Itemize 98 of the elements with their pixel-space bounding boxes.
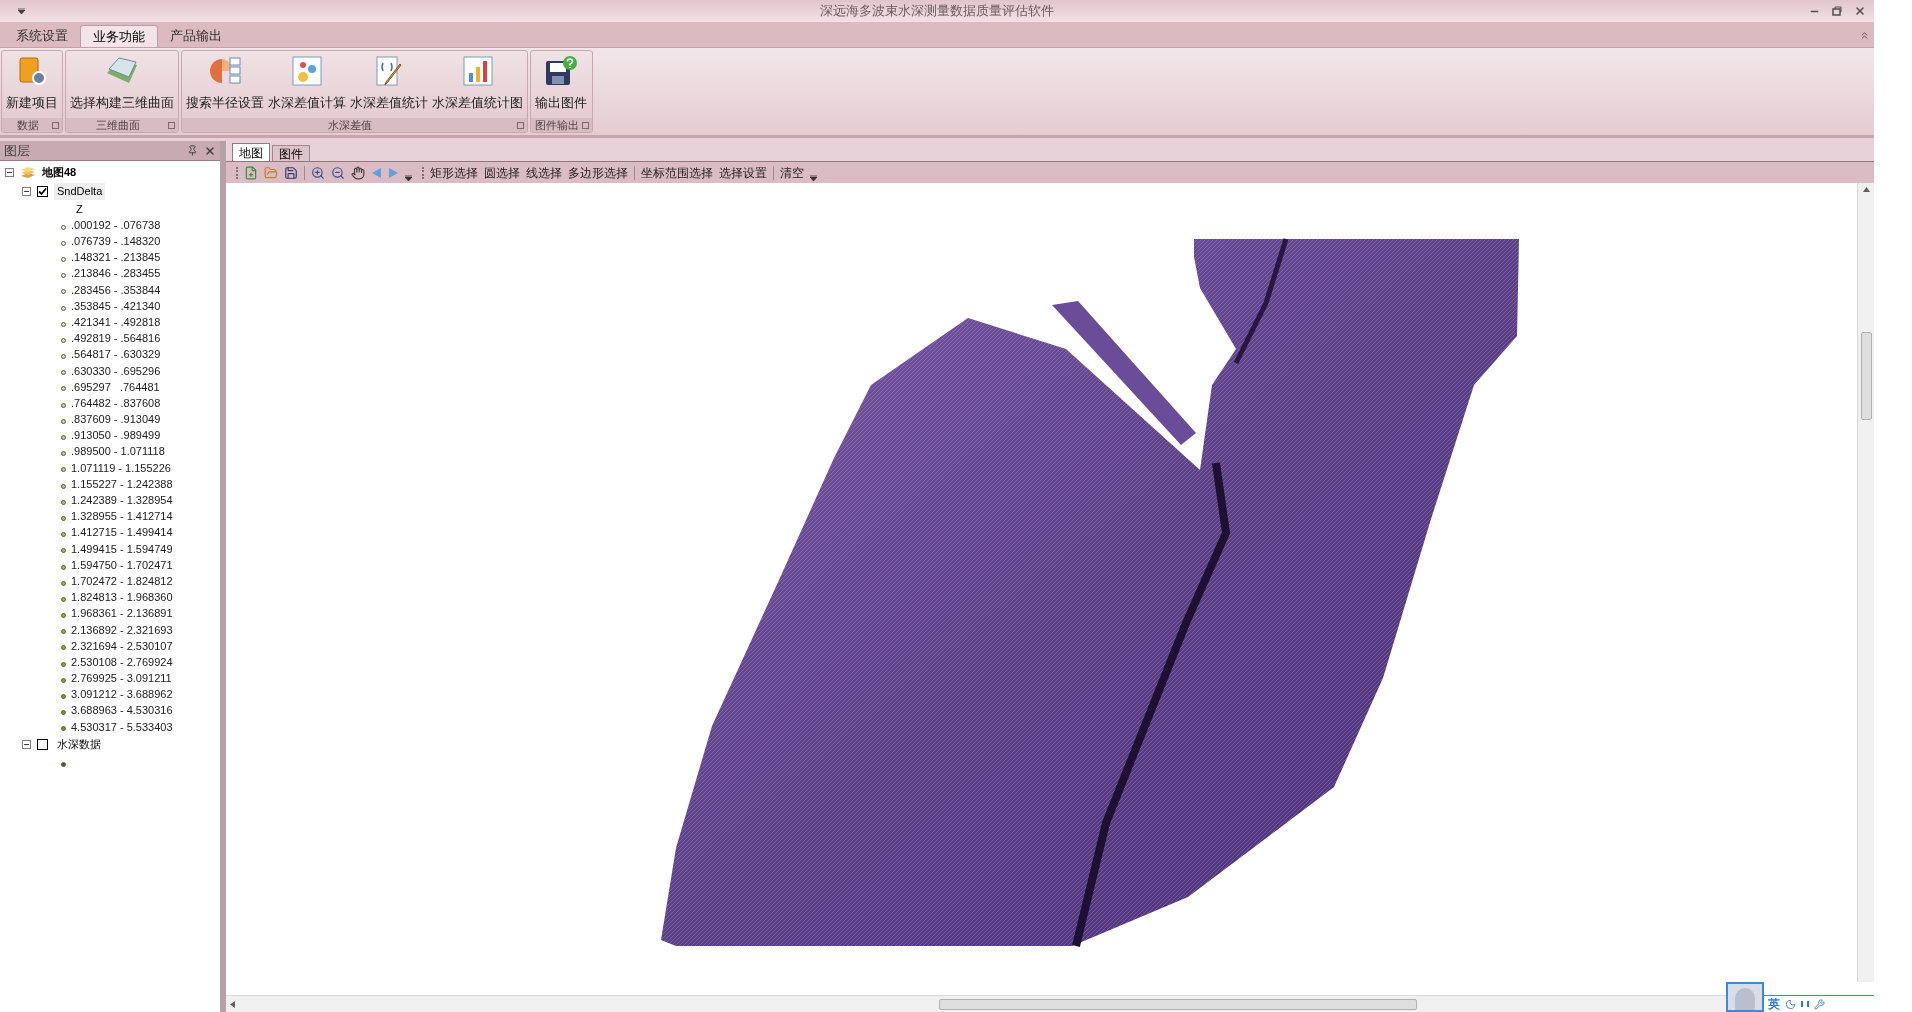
legend-range: .564817 - .630329 <box>71 347 161 363</box>
legend-range: 1.328955 - 1.412714 <box>71 509 173 525</box>
legend-range: .989500 - 1.071118 <box>71 444 165 460</box>
document-tab[interactable]: 地图 <box>232 143 270 161</box>
wrench-icon[interactable] <box>1814 998 1825 1010</box>
zoom-out-icon[interactable] <box>331 165 345 180</box>
overflow-caret-icon[interactable] <box>810 175 817 181</box>
layer-name[interactable]: 水深数据 <box>54 736 104 753</box>
legend-range: 1.155227 - 1.242388 <box>71 476 173 492</box>
dialog-launcher-icon[interactable] <box>582 121 589 129</box>
floppy-question-icon <box>544 55 578 87</box>
legend-range: .000192 - .076738 <box>71 217 161 233</box>
ribbon-button[interactable]: 新建项目 <box>4 55 60 113</box>
legend-range: 2.321694 - 2.530107 <box>71 638 173 654</box>
zoom-in-icon[interactable] <box>311 165 325 180</box>
legend-range: .076739 - .148320 <box>71 234 161 250</box>
selection-tool-button[interactable]: 矩形选择 <box>430 163 478 182</box>
ribbon-button[interactable]: 水深差值统计 <box>348 55 430 113</box>
dialog-launcher-icon[interactable] <box>52 121 59 129</box>
legend-range: 2.136892 - 2.321693 <box>71 622 173 638</box>
collapse-toggle[interactable] <box>5 168 14 177</box>
legend-range: .492819 - .564816 <box>71 331 161 347</box>
ribbon-tab[interactable]: 系统设置 <box>4 25 80 47</box>
legend-range: 2.530108 - 2.769924 <box>71 654 173 670</box>
scroll-thumb[interactable] <box>939 998 1417 1010</box>
scroll-thumb[interactable] <box>1860 332 1872 420</box>
selection-tool-button[interactable]: 多边形选择 <box>568 163 628 182</box>
document-tab[interactable]: 图件 <box>272 145 310 161</box>
ribbon-button[interactable]: 搜索半径设置 <box>184 55 266 113</box>
legend-range: 1.242389 - 1.328954 <box>71 493 173 509</box>
map-node-label[interactable]: 地图48 <box>42 164 77 181</box>
legend-range: 1.071119 - 1.155226 <box>71 460 171 476</box>
layer-checkbox[interactable] <box>37 739 48 750</box>
legend-range: 1.702472 - 1.824812 <box>71 573 173 589</box>
collapse-toggle[interactable] <box>22 187 31 196</box>
legend-range: .913050 - .989499 <box>71 428 161 444</box>
ime-avatar[interactable] <box>1726 982 1764 1012</box>
ribbon-button[interactable]: 水深差值计算 <box>266 55 348 113</box>
layer-checkbox[interactable] <box>37 186 48 197</box>
collapse-ribbon-icon[interactable] <box>1859 30 1870 41</box>
scroll-left-icon[interactable] <box>230 1000 235 1008</box>
overflow-caret-icon[interactable] <box>405 175 412 181</box>
legend-range: .213846 - .283455 <box>71 266 161 282</box>
ime-language-indicator[interactable]: 英 <box>1768 995 1780 1012</box>
legend-range: 1.499415 - 1.594749 <box>71 541 173 557</box>
layer-name[interactable]: SndDelta <box>54 183 106 200</box>
bar-chart-icon <box>461 55 494 87</box>
selection-tool-button[interactable]: 坐标范围选择 <box>641 163 713 182</box>
collapse-toggle[interactable] <box>22 740 31 749</box>
legend-range: 1.412715 - 1.499414 <box>71 525 173 541</box>
legend-range: 1.824813 - 1.968360 <box>71 590 173 606</box>
group-label: 水深差值 <box>328 117 372 133</box>
legend-range: .764482 - .837608 <box>71 395 161 411</box>
ribbon-tab[interactable]: 业务功能 <box>80 25 158 47</box>
legend-range: .630330 - .695296 <box>71 363 161 379</box>
window-title: 深远海多波束水深测量数据质量评估软件 <box>820 2 1054 21</box>
group-label: 图件输出 <box>535 117 579 133</box>
legend-range: .421341 - .492818 <box>71 314 161 330</box>
ribbon-button[interactable]: 输出图件 <box>533 55 589 113</box>
legend-range: 4.530317 - 5.533403 <box>71 719 173 735</box>
dialog-launcher-icon[interactable] <box>168 121 175 129</box>
panel-title: 图层 <box>4 141 30 160</box>
selection-tool-button[interactable]: 清空 <box>780 163 804 182</box>
close-icon[interactable] <box>1854 5 1866 17</box>
add-file-icon[interactable] <box>244 165 258 180</box>
legend-range: .283456 - .353844 <box>71 282 161 298</box>
legend-range: .148321 - .213845 <box>71 250 161 266</box>
save-icon[interactable] <box>284 165 298 180</box>
legend-range: .695297 .764481 <box>71 379 160 395</box>
selection-tool-button[interactable]: 线选择 <box>526 163 562 182</box>
pan-hand-icon[interactable] <box>351 165 365 180</box>
moon-icon[interactable] <box>1785 998 1796 1010</box>
legend-range: .353845 - .421340 <box>71 298 161 314</box>
pie-list-icon <box>208 55 242 87</box>
scroll-up-icon[interactable] <box>1862 187 1870 192</box>
layers-icon <box>20 166 36 179</box>
dialog-launcher-icon[interactable] <box>517 121 524 129</box>
restore-icon[interactable] <box>1832 6 1842 16</box>
legend-range: 2.769925 - 3.091211 <box>71 671 172 687</box>
vertical-scrollbar[interactable] <box>1857 183 1874 982</box>
legend-range: 1.968361 - 2.136891 <box>71 606 173 622</box>
pin-icon[interactable] <box>187 145 198 156</box>
legend-range: .837609 - .913049 <box>71 412 161 428</box>
selection-tool-button[interactable]: 圆选择 <box>484 163 520 182</box>
ribbon-button[interactable]: 选择构建三维曲面 <box>68 55 176 113</box>
scatter-icon <box>291 55 323 87</box>
selection-tool-button[interactable]: 选择设置 <box>719 163 767 182</box>
ribbon-button[interactable]: 水深差值统计图 <box>430 55 525 113</box>
legend-range: 1.594750 - 1.702471 <box>71 557 173 573</box>
group-label: 数据 <box>16 117 39 133</box>
field-name: Z <box>76 201 83 217</box>
horizontal-scrollbar[interactable] <box>226 995 1726 1012</box>
legend-range: 3.091212 - 3.688962 <box>71 687 173 703</box>
quick-access-caret-icon[interactable] <box>18 8 25 14</box>
close-icon[interactable] <box>204 144 216 157</box>
ribbon-tab[interactable]: 产品输出 <box>158 25 234 47</box>
group-label: 三维曲面 <box>95 117 140 133</box>
legend-range: 3.688963 - 4.530316 <box>71 703 173 719</box>
